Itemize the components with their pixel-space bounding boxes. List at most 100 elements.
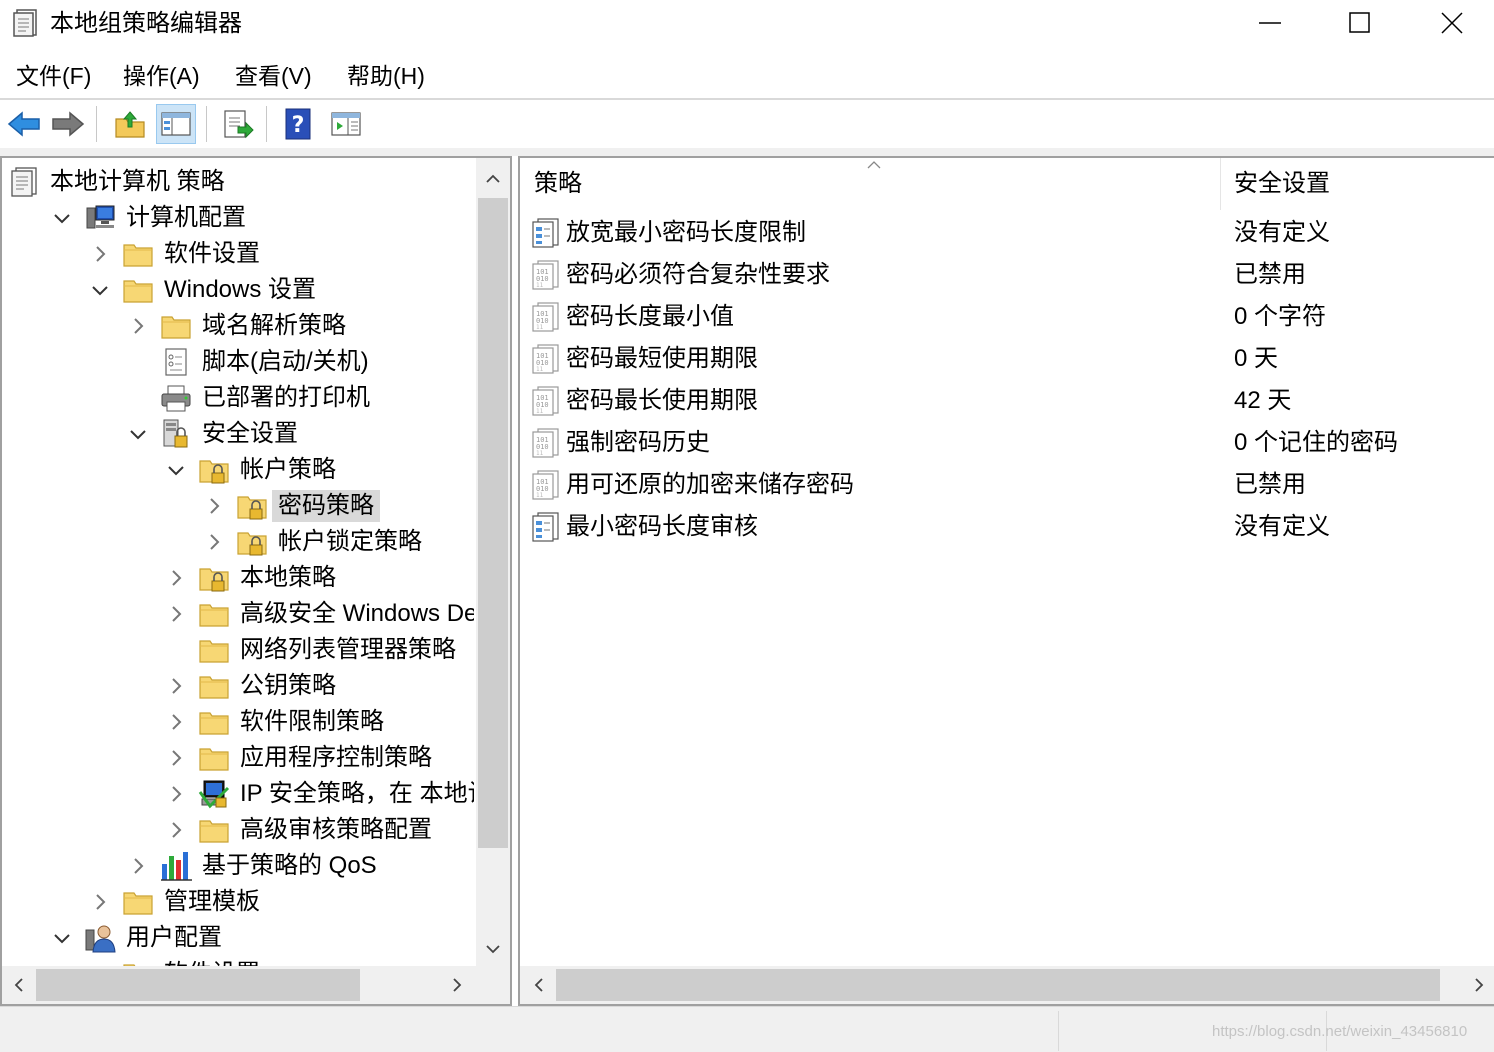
tree-hscroll-thumb[interactable]: [36, 969, 360, 1001]
chevron-right-icon[interactable]: [128, 856, 148, 876]
tree-item[interactable]: 应用程序控制策略: [2, 740, 474, 776]
tree-item[interactable]: 本地计算机 策略: [2, 164, 474, 200]
tree-item[interactable]: 管理模板: [2, 884, 474, 920]
tree-item[interactable]: 脚本(启动/关机): [2, 344, 474, 380]
tree-item[interactable]: 软件设置: [2, 956, 474, 966]
chevron-right-icon[interactable]: [166, 604, 186, 624]
policy-doc-icon: [12, 8, 40, 38]
policy-row[interactable]: 101 010 11 密码必须符合复杂性要求 已禁用: [520, 254, 1494, 296]
chevron-down-icon[interactable]: [52, 928, 72, 948]
forward-button[interactable]: [48, 104, 88, 144]
tree-item[interactable]: 安全设置: [2, 416, 474, 452]
tree-item[interactable]: IP 安全策略，在 本地计算机: [2, 776, 474, 812]
chevron-right-icon[interactable]: [204, 496, 224, 516]
policy-row[interactable]: 最小密码长度审核 没有定义: [520, 506, 1494, 548]
tree-item[interactable]: 密码策略: [2, 488, 474, 524]
svg-text:11: 11: [536, 366, 544, 373]
policy-setting-value: 没有定义: [1234, 513, 1330, 540]
up-level-button[interactable]: [110, 104, 150, 144]
export-list-button[interactable]: [218, 104, 258, 144]
column-header-policy[interactable]: 策略: [534, 158, 582, 210]
properties-pane-button[interactable]: [326, 104, 366, 144]
tree-item[interactable]: 已部署的打印机: [2, 380, 474, 416]
list-hscroll-thumb[interactable]: [556, 969, 1440, 1001]
policy-row[interactable]: 101 010 11 密码最长使用期限 42 天: [520, 380, 1494, 422]
policy-row[interactable]: 101 010 11 强制密码历史 0 个记住的密码: [520, 422, 1494, 464]
policy-setting-value: 已禁用: [1234, 471, 1306, 498]
chevron-right-icon[interactable]: [204, 532, 224, 552]
tree-item[interactable]: 基于策略的 QoS: [2, 848, 474, 884]
tree-item[interactable]: 公钥策略: [2, 668, 474, 704]
policy-setting-value: 42 天: [1234, 387, 1292, 414]
toolbar-separator: [266, 106, 267, 142]
chevron-down-icon[interactable]: [128, 424, 148, 444]
chevron-down-icon[interactable]: [52, 208, 72, 228]
chevron-right-icon[interactable]: [166, 820, 186, 840]
menu-bar: 文件(F) 操作(A) 查看(V) 帮助(H): [0, 52, 1494, 98]
column-header-setting[interactable]: 安全设置: [1234, 158, 1330, 210]
scrollbar-corner: [476, 966, 510, 1004]
menu-help[interactable]: 帮助(H): [347, 60, 425, 92]
maximize-button[interactable]: [1314, 0, 1406, 46]
tree-item-label: 管理模板: [164, 888, 260, 915]
chevron-right-icon[interactable]: [166, 784, 186, 804]
toolbar-bottom-strip: [0, 148, 1494, 156]
tree-item[interactable]: 软件设置: [2, 236, 474, 272]
policy-binary-icon: 101 010 11: [530, 301, 562, 333]
close-button[interactable]: [1406, 0, 1494, 46]
chevron-down-icon[interactable]: [90, 280, 110, 300]
folder-icon: [122, 238, 154, 270]
tree-item[interactable]: 帐户策略: [2, 452, 474, 488]
chevron-right-icon[interactable]: [166, 748, 186, 768]
svg-text:11: 11: [536, 282, 544, 289]
policy-setting-value: 没有定义: [1234, 219, 1330, 246]
menu-view[interactable]: 查看(V): [235, 60, 312, 92]
list-horizontal-scrollbar[interactable]: [520, 966, 1494, 1004]
policy-row[interactable]: 101 010 11 用可还原的加密来储存密码 已禁用: [520, 464, 1494, 506]
tree-item[interactable]: 帐户锁定策略: [2, 524, 474, 560]
folder-icon: [198, 634, 230, 666]
tree-item[interactable]: 高级安全 Windows Defen: [2, 596, 474, 632]
show-hide-tree-icon: [161, 112, 191, 136]
menu-file[interactable]: 文件(F): [16, 60, 91, 92]
tree-item[interactable]: 软件限制策略: [2, 704, 474, 740]
tree-item-label: 密码策略: [272, 490, 380, 522]
tree-item-label: 安全设置: [202, 420, 298, 447]
policy-row[interactable]: 101 010 11 密码最短使用期限 0 天: [520, 338, 1494, 380]
tree-item[interactable]: 本地策略: [2, 560, 474, 596]
tree-item[interactable]: 用户配置: [2, 920, 474, 956]
chevron-down-icon[interactable]: [166, 460, 186, 480]
chevron-right-icon[interactable]: [166, 568, 186, 588]
policy-name: 强制密码历史: [566, 429, 710, 456]
help-button[interactable]: ?: [278, 104, 318, 144]
show-hide-tree-button[interactable]: [156, 104, 196, 144]
scroll-right-icon: [1475, 978, 1484, 992]
tree-item[interactable]: 高级审核策略配置: [2, 812, 474, 848]
policy-row[interactable]: 101 010 11 密码长度最小值 0 个字符: [520, 296, 1494, 338]
tree-vscroll-thumb[interactable]: [478, 198, 508, 848]
back-button[interactable]: [4, 104, 44, 144]
policy-name: 密码最长使用期限: [566, 387, 758, 414]
menu-action[interactable]: 操作(A): [123, 60, 200, 92]
policy-setting-icon: [530, 217, 562, 249]
policy-doc-icon: [8, 166, 40, 198]
folder-icon: [122, 886, 154, 918]
ip-security-icon: [198, 778, 230, 810]
chevron-right-icon[interactable]: [90, 892, 110, 912]
tree-item[interactable]: Windows 设置: [2, 272, 474, 308]
column-divider[interactable]: [1220, 158, 1221, 210]
policy-row[interactable]: 放宽最小密码长度限制 没有定义: [520, 212, 1494, 254]
minimize-button[interactable]: [1224, 0, 1316, 46]
tree-item-label: 本地策略: [240, 564, 336, 591]
tree-item[interactable]: 域名解析策略: [2, 308, 474, 344]
tree-item-label: 帐户策略: [240, 456, 336, 483]
tree-horizontal-scrollbar[interactable]: [2, 966, 476, 1004]
tree-item[interactable]: 计算机配置: [2, 200, 474, 236]
chevron-right-icon[interactable]: [166, 712, 186, 732]
chevron-right-icon[interactable]: [90, 244, 110, 264]
tree-item[interactable]: 网络列表管理器策略: [2, 632, 474, 668]
chevron-right-icon[interactable]: [166, 676, 186, 696]
tree-item-label: 高级审核策略配置: [240, 816, 432, 843]
chevron-right-icon[interactable]: [128, 316, 148, 336]
tree-vertical-scrollbar[interactable]: [476, 158, 510, 966]
